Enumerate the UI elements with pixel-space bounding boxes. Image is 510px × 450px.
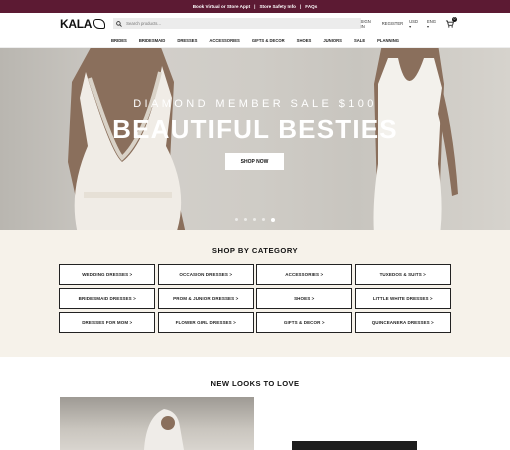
category-occasion-dresses[interactable]: OCCASION DRESSES > <box>157 264 254 285</box>
category-flower-girl-dresses[interactable]: FLOWER GIRL DRESSES > <box>157 312 254 333</box>
section-heading: NEW LOOKS TO LOVE <box>210 379 300 388</box>
category-gifts-decor[interactable]: GIFTS & DECOR > <box>256 312 353 333</box>
book-appointment-link[interactable]: Book Virtual or Store Appt <box>193 4 250 9</box>
carousel-dot[interactable] <box>235 218 238 221</box>
register-link[interactable]: REGISTER <box>382 21 403 26</box>
category-accessories[interactable]: ACCESSORIES > <box>256 264 353 285</box>
logo-mark-icon <box>93 18 106 29</box>
nav-item-planning[interactable]: PLANNING <box>377 38 399 43</box>
category-bridesmaid-dresses[interactable]: BRIDESMAID DRESSES > <box>59 288 156 309</box>
main-nav: BRIDES BRIDESMAID DRESSES ACCESSORIES GI… <box>0 34 510 48</box>
nav-item-gifts-decor[interactable]: GIFTS & DECOR <box>252 38 285 43</box>
search-icon[interactable] <box>116 20 122 27</box>
cart-button[interactable]: 0 <box>445 16 457 28</box>
hero-subtitle: DIAMOND MEMBER SALE $100 <box>133 98 377 110</box>
new-looks-section: NEW LOOKS TO LOVE <box>0 379 510 388</box>
nav-item-dresses[interactable]: DRESSES <box>177 38 197 43</box>
currency-select[interactable]: USD ▾ <box>409 19 421 29</box>
faqs-link[interactable]: FAQs <box>305 4 317 9</box>
category-prom-junior-dresses[interactable]: PROM & JUNIOR DRESSES > <box>157 288 254 309</box>
hero-title: BEAUTIFUL BESTIES <box>112 114 398 144</box>
carousel-dot[interactable] <box>253 218 256 221</box>
account-links: SIGN IN REGISTER USD ▾ ENG ▾ 0 <box>361 16 457 29</box>
carousel-dot[interactable] <box>262 218 265 221</box>
separator: | <box>254 4 256 9</box>
nav-item-accessories[interactable]: ACCESSORIES <box>209 38 239 43</box>
logo-text: KALA <box>60 16 93 31</box>
category-little-white-dresses[interactable]: LITTLE WHITE DRESSES > <box>354 288 451 309</box>
look-card-image[interactable] <box>292 441 417 450</box>
nav-item-brides[interactable]: BRIDES <box>111 38 127 43</box>
category-tuxedos-suits[interactable]: TUXEDOS & SUITS > <box>354 264 451 285</box>
nav-item-bridesmaid[interactable]: BRIDESMAID <box>139 38 166 43</box>
shop-by-category-section: SHOP BY CATEGORY WEDDING DRESSES > OCCAS… <box>0 230 510 357</box>
language-select[interactable]: ENG ▾ <box>427 19 439 29</box>
category-grid: WEDDING DRESSES > OCCASION DRESSES > ACC… <box>0 264 510 333</box>
store-safety-link[interactable]: Store Safety Info <box>259 4 296 9</box>
bride-veil-image <box>144 409 184 450</box>
category-dresses-for-mom[interactable]: DRESSES FOR MOM > <box>59 312 156 333</box>
nav-item-juniors[interactable]: JUNIORS <box>323 38 342 43</box>
look-card-image[interactable] <box>60 397 254 450</box>
cart-count-badge: 0 <box>452 16 457 22</box>
carousel-dots <box>0 217 510 222</box>
sign-in-link[interactable]: SIGN IN <box>361 19 376 29</box>
carousel-dot[interactable] <box>244 218 247 221</box>
announcement-bar: Book Virtual or Store Appt | Store Safet… <box>0 0 510 13</box>
separator: | <box>299 4 302 9</box>
site-header: KALA SIGN IN REGISTER USD ▾ ENG ▾ 0 <box>0 13 510 34</box>
shop-now-button[interactable]: SHOP NOW <box>225 153 284 170</box>
nav-item-sale[interactable]: SALE <box>354 38 365 43</box>
nav-item-shoes[interactable]: SHOES <box>297 38 312 43</box>
category-shoes[interactable]: SHOES > <box>256 288 353 309</box>
hero-banner[interactable]: DIAMOND MEMBER SALE $100 BEAUTIFUL BESTI… <box>0 48 510 230</box>
search-bar[interactable] <box>113 18 361 29</box>
category-wedding-dresses[interactable]: WEDDING DRESSES > <box>59 264 156 285</box>
search-input[interactable] <box>126 21 327 26</box>
kala-logo[interactable]: KALA <box>60 16 106 31</box>
category-quinceanera-dresses[interactable]: QUINCEANERA DRESSES > <box>354 312 451 333</box>
carousel-dot-active[interactable] <box>271 217 275 222</box>
section-heading: SHOP BY CATEGORY <box>211 246 299 255</box>
